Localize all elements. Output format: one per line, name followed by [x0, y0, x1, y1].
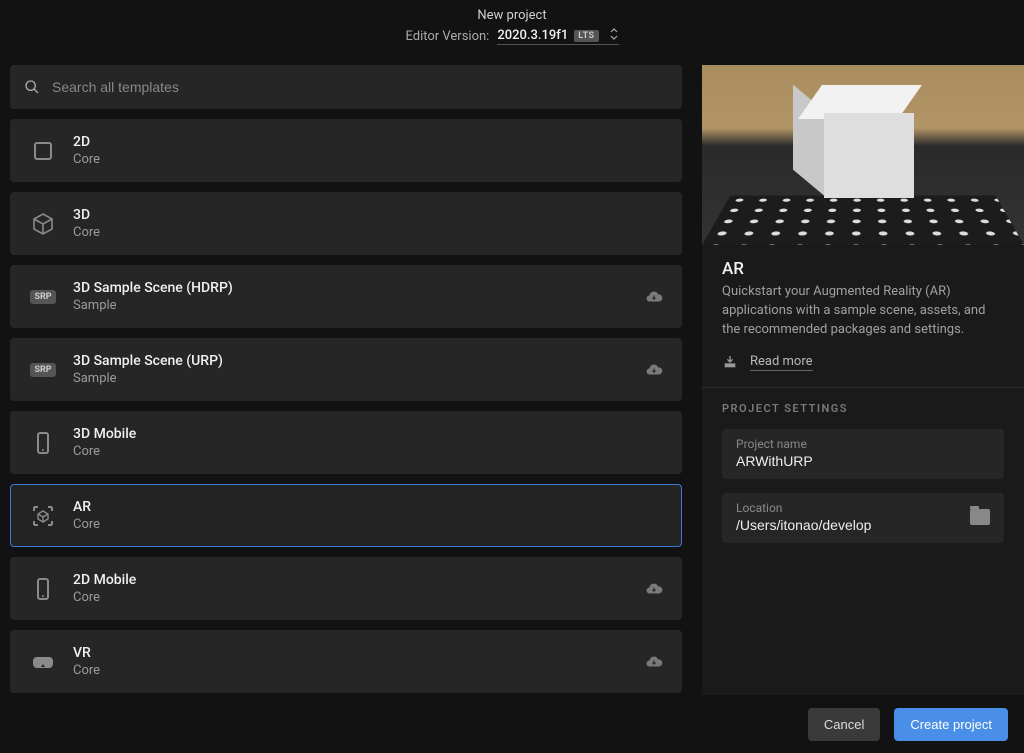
- template-detail-body: AR Quickstart your Augmented Reality (AR…: [702, 245, 1024, 388]
- template-item-3d-sample-scene-hdrp-[interactable]: SRP 3D Sample Scene (HDRP) Sample: [10, 265, 682, 328]
- chevron-updown-icon: [609, 28, 619, 43]
- template-category: Core: [73, 225, 663, 240]
- search-bar[interactable]: [10, 65, 682, 109]
- template-item-ar[interactable]: AR Core: [10, 484, 682, 547]
- template-name: AR: [73, 499, 663, 515]
- editor-version-value: 2020.3.19f1: [497, 28, 568, 43]
- template-text: 3D Core: [73, 207, 663, 240]
- editor-version-label: Editor Version:: [405, 29, 489, 44]
- template-item-2d[interactable]: 2D Core: [10, 119, 682, 182]
- project-name-field[interactable]: Project name: [722, 429, 1004, 479]
- template-detail-description: Quickstart your Augmented Reality (AR) a…: [722, 283, 1004, 340]
- template-category: Sample: [73, 371, 629, 386]
- template-category: Sample: [73, 298, 629, 313]
- template-category: Core: [73, 152, 663, 167]
- location-input[interactable]: [736, 517, 970, 533]
- search-input[interactable]: [52, 79, 668, 95]
- template-name: 3D Sample Scene (URP): [73, 353, 629, 369]
- cloud-download-icon: [645, 653, 663, 671]
- dialog-footer: Cancel Create project: [0, 695, 1024, 753]
- editor-version-select[interactable]: 2020.3.19f1 LTS: [497, 27, 618, 45]
- dialog-title: New project: [477, 8, 546, 23]
- cloud-download-icon: [645, 361, 663, 379]
- project-name-label: Project name: [736, 437, 990, 451]
- template-name: VR: [73, 645, 629, 661]
- cube-icon: [29, 210, 57, 238]
- cloud-download-icon: [645, 580, 663, 598]
- location-field[interactable]: Location: [722, 493, 1004, 543]
- cloud-download-icon: [645, 288, 663, 306]
- project-settings-heading: PROJECT SETTINGS: [722, 402, 1004, 415]
- srp-icon: SRP: [29, 356, 57, 384]
- template-item-vr[interactable]: VR Core: [10, 630, 682, 693]
- template-item-2d-mobile[interactable]: 2D Mobile Core: [10, 557, 682, 620]
- template-name: 3D Mobile: [73, 426, 663, 442]
- template-category: Core: [73, 590, 629, 605]
- template-name: 3D Sample Scene (HDRP): [73, 280, 629, 296]
- project-name-input[interactable]: [736, 453, 990, 469]
- mobile-icon: [29, 575, 57, 603]
- template-panel: 2D Core 3D Core SRP 3D Sample Scene (HDRP) Sam…: [0, 59, 702, 695]
- square-icon: [29, 137, 57, 165]
- template-text: 2D Core: [73, 134, 663, 167]
- search-icon: [24, 79, 40, 95]
- detail-panel: AR Quickstart your Augmented Reality (AR…: [702, 65, 1024, 695]
- template-name: 3D: [73, 207, 663, 223]
- template-name: 2D Mobile: [73, 572, 629, 588]
- dialog-header: New project Editor Version: 2020.3.19f1 …: [0, 0, 1024, 59]
- template-text: 2D Mobile Core: [73, 572, 629, 605]
- download-page-icon: [722, 354, 738, 370]
- lts-badge: LTS: [574, 30, 598, 42]
- editor-version-row: Editor Version: 2020.3.19f1 LTS: [405, 27, 618, 45]
- template-item-3d-mobile[interactable]: 3D Mobile Core: [10, 411, 682, 474]
- folder-icon[interactable]: [970, 509, 990, 525]
- read-more-link[interactable]: Read more: [750, 354, 813, 371]
- srp-icon: SRP: [29, 283, 57, 311]
- template-item-3d[interactable]: 3D Core: [10, 192, 682, 255]
- template-category: Core: [73, 444, 663, 459]
- template-preview-image: [702, 65, 1024, 245]
- template-text: 3D Mobile Core: [73, 426, 663, 459]
- template-item-3d-sample-scene-urp-[interactable]: SRP 3D Sample Scene (URP) Sample: [10, 338, 682, 401]
- template-category: Core: [73, 517, 663, 532]
- template-scroll[interactable]: 2D Core 3D Core SRP 3D Sample Scene (HDRP) Sam…: [0, 65, 702, 695]
- template-detail-title: AR: [722, 259, 1004, 279]
- main-area: 2D Core 3D Core SRP 3D Sample Scene (HDRP) Sam…: [0, 59, 1024, 695]
- cancel-button[interactable]: Cancel: [808, 708, 880, 741]
- ar-icon: [29, 502, 57, 530]
- template-text: VR Core: [73, 645, 629, 678]
- read-more-row: Read more: [722, 354, 1004, 371]
- template-text: AR Core: [73, 499, 663, 532]
- project-settings-section: PROJECT SETTINGS Project name Location: [702, 388, 1024, 571]
- location-label: Location: [736, 501, 970, 515]
- template-category: Core: [73, 663, 629, 678]
- template-name: 2D: [73, 134, 663, 150]
- template-text: 3D Sample Scene (HDRP) Sample: [73, 280, 629, 313]
- create-project-button[interactable]: Create project: [894, 708, 1008, 741]
- template-text: 3D Sample Scene (URP) Sample: [73, 353, 629, 386]
- vr-icon: [29, 648, 57, 676]
- mobile-icon: [29, 429, 57, 457]
